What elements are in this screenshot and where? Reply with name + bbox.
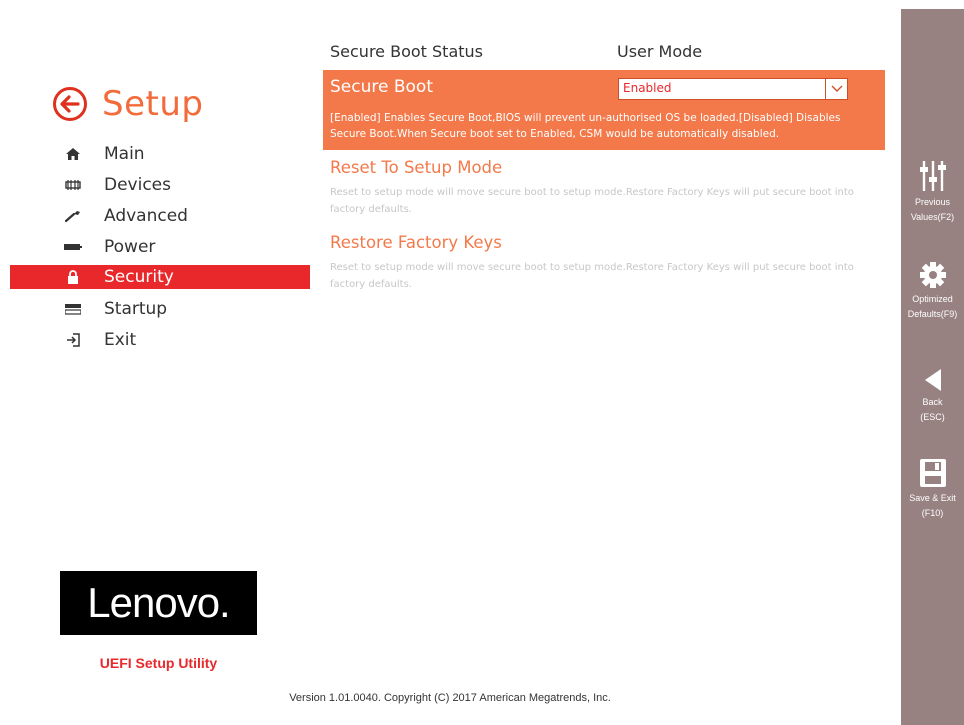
devices-icon xyxy=(62,176,84,194)
sidebar-item-devices[interactable]: Devices xyxy=(10,169,310,200)
setup-title: Setup xyxy=(102,84,204,124)
previous-values-line1: Previous xyxy=(914,197,950,207)
save-exit-line1: Save & Exit xyxy=(909,493,956,503)
optimized-defaults-line2: Defaults(F9) xyxy=(907,309,958,319)
back-arrow-icon[interactable] xyxy=(52,86,88,122)
gear-icon xyxy=(901,262,964,288)
optimized-defaults-button[interactable]: Optimized Defaults(F9) xyxy=(901,262,964,322)
exit-icon xyxy=(62,331,84,349)
sidebar-item-label: Main xyxy=(104,143,145,164)
sidebar-item-label: Devices xyxy=(104,174,171,195)
save-exit-button[interactable]: Save & Exit (F10) xyxy=(901,459,964,521)
sidebar-nav: Main Devices Advanced Power Security Sta… xyxy=(10,138,310,355)
secure-boot-label: Secure Boot xyxy=(330,77,433,97)
floppy-disk-icon xyxy=(901,459,964,487)
startup-icon xyxy=(62,300,84,318)
sidebar-item-label: Startup xyxy=(104,298,168,319)
sidebar-item-startup[interactable]: Startup xyxy=(10,293,310,324)
power-icon xyxy=(62,238,84,256)
sidebar-item-exit[interactable]: Exit xyxy=(10,324,310,355)
chevron-down-icon[interactable] xyxy=(825,79,847,99)
utility-label: UEFI Setup Utility xyxy=(99,655,218,671)
sidebar-item-main[interactable]: Main xyxy=(10,138,310,169)
restore-factory-keys-option[interactable]: Restore Factory Keys xyxy=(330,233,502,252)
secure-boot-description: [Enabled] Enables Secure Boot,BIOS will … xyxy=(330,112,841,140)
sidebar-item-label: Security xyxy=(104,267,174,287)
right-toolbar: Previous Values(F2) Optimized Defaults(F… xyxy=(901,9,964,725)
sidebar-item-label: Advanced xyxy=(104,205,188,226)
sidebar-item-label: Power xyxy=(104,236,156,257)
secure-boot-selected-value: Enabled xyxy=(623,81,672,95)
sliders-icon xyxy=(901,161,964,191)
previous-values-line2: Values(F2) xyxy=(910,212,955,222)
back-line1: Back xyxy=(922,397,943,407)
version-footer: Version 1.01.0040. Copyright (C) 2017 Am… xyxy=(289,692,611,704)
sidebar-item-advanced[interactable]: Advanced xyxy=(10,200,310,231)
sidebar-item-label: Exit xyxy=(104,329,137,350)
restore-factory-keys-description: Reset to setup mode will move secure boo… xyxy=(330,262,854,290)
sidebar-item-power[interactable]: Power xyxy=(10,231,310,262)
secure-boot-status-label: Secure Boot Status xyxy=(330,42,483,61)
save-exit-line2: (F10) xyxy=(921,508,944,518)
reset-to-setup-mode-option[interactable]: Reset To Setup Mode xyxy=(330,158,502,177)
lenovo-logo: Lenovo. xyxy=(60,571,257,635)
secure-boot-panel[interactable]: Secure Boot Enabled [Enabled] Enables Se… xyxy=(323,70,885,150)
home-icon xyxy=(62,145,84,163)
secure-boot-status-value: User Mode xyxy=(617,42,703,61)
back-triangle-icon xyxy=(901,369,964,391)
back-button[interactable]: Back (ESC) xyxy=(901,369,964,425)
sidebar-item-security[interactable]: Security xyxy=(10,265,310,289)
back-line2: (ESC) xyxy=(920,412,945,422)
secure-boot-select[interactable]: Enabled xyxy=(618,78,848,100)
previous-values-button[interactable]: Previous Values(F2) xyxy=(901,161,964,225)
setup-header: Setup xyxy=(52,84,203,124)
lock-icon xyxy=(62,268,84,286)
wrench-icon xyxy=(62,207,84,225)
reset-to-setup-mode-description: Reset to setup mode will move secure boo… xyxy=(330,187,854,215)
optimized-defaults-line1: Optimized xyxy=(912,294,953,304)
